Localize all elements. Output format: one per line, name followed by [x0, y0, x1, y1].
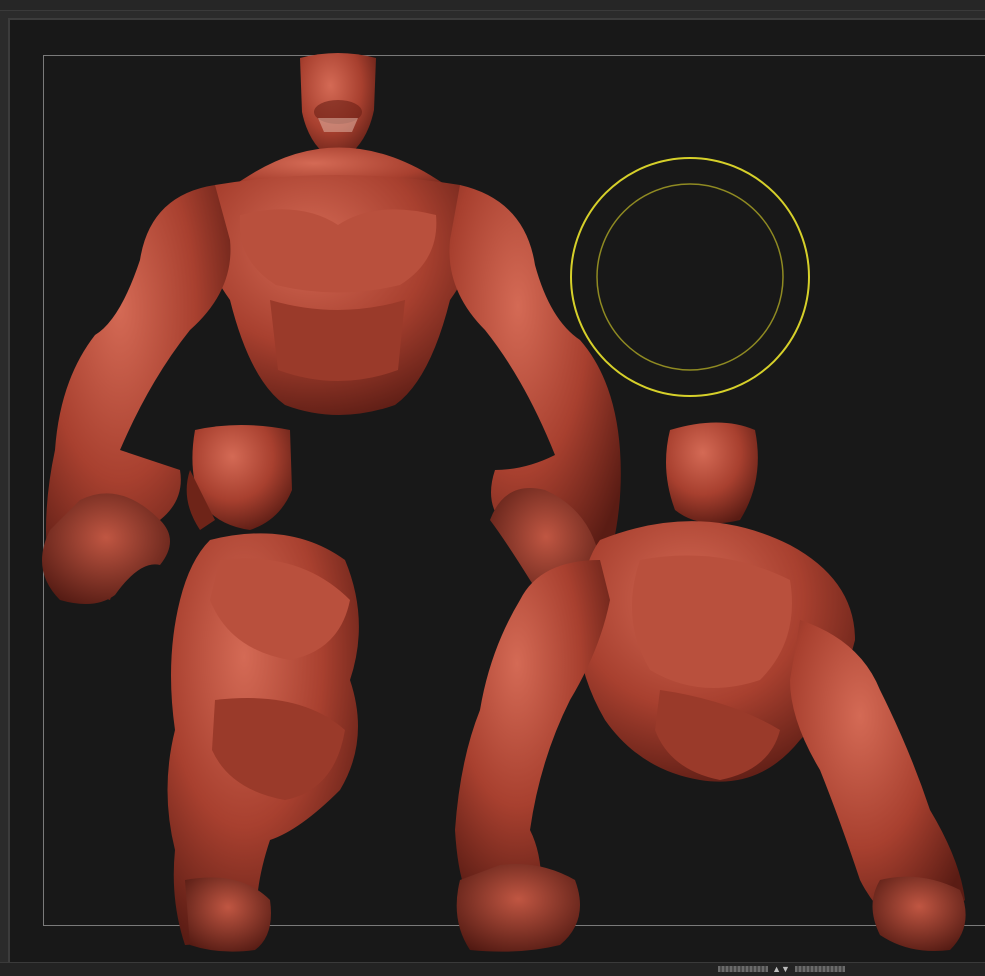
sculpt-app: ▲▼ [0, 0, 985, 976]
model-front-view[interactable] [42, 53, 621, 610]
scroll-handle-left[interactable] [718, 966, 768, 972]
brush-inner-ring [596, 183, 784, 371]
model-side-view[interactable] [167, 425, 359, 952]
brush-outer-ring [570, 157, 810, 397]
scroll-handle-right[interactable] [795, 966, 845, 972]
scroll-arrows-icon[interactable]: ▲▼ [770, 964, 792, 974]
sculpt-viewport[interactable] [0, 0, 985, 976]
brush-cursor [570, 157, 810, 397]
